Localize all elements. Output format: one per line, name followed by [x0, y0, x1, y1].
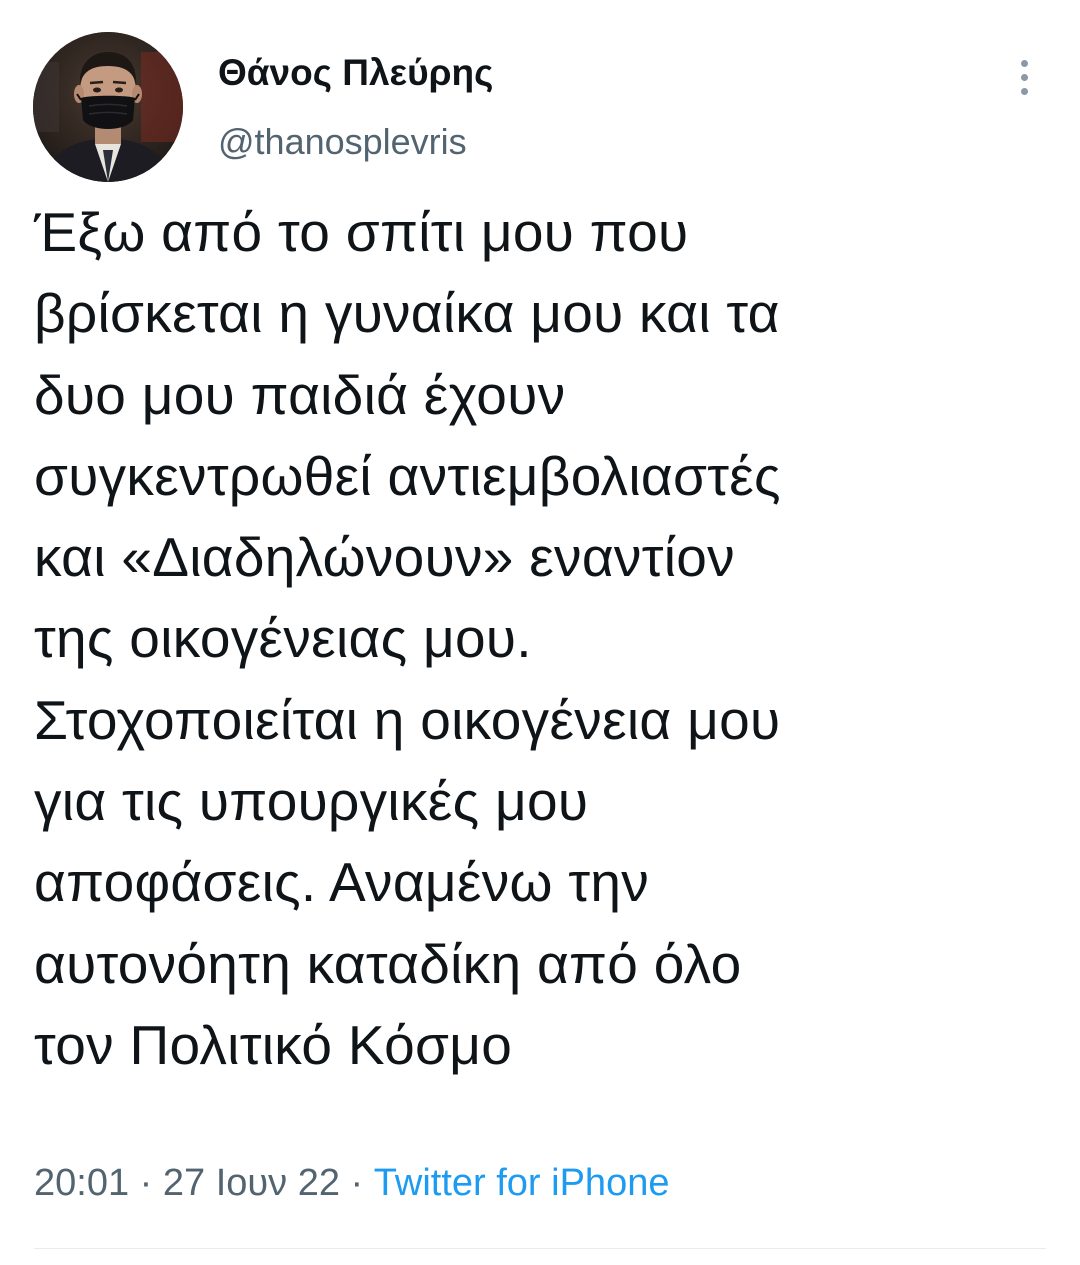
tweet-text-line: Στοχοποιείται η οικογένεια μου	[34, 688, 781, 751]
tweet-text-line: δυο μου παιδιά έχουν	[34, 363, 566, 426]
more-vertical-icon-dot	[1021, 88, 1028, 95]
tweet-text-line: αυτονόητη καταδίκη από όλο	[34, 932, 742, 995]
tweet-text-line: και «Διαδηλώνουν» εναντίον	[34, 526, 735, 589]
tweet-time[interactable]: 20:01	[34, 1162, 129, 1204]
tweet-text-line: αποφάσεις. Αναμένω την	[34, 851, 650, 914]
tweet-date[interactable]: 27 Ιουν 22	[163, 1162, 340, 1204]
tweet-text-line: συγκεντρωθεί αντιεμβολιαστές	[34, 444, 781, 507]
tweet-text-line: της οικογένειας μου.	[34, 607, 532, 670]
tweet: Θάνος Πλεύρης @thanosplevris Έξω από το …	[0, 0, 1080, 1265]
meta-separator: ·	[129, 1162, 163, 1204]
tweet-text-line: για τις υπουργικές μου	[34, 770, 589, 833]
author-handle[interactable]: @thanosplevris	[218, 121, 467, 163]
meta-separator: ·	[340, 1162, 374, 1204]
tweet-source-link[interactable]: Twitter for iPhone	[374, 1162, 670, 1204]
tweet-meta: 20:01 · 27 Ιουν 22 · Twitter for iPhone	[34, 1162, 669, 1205]
more-options-button[interactable]	[1004, 56, 1044, 100]
more-vertical-icon-dot	[1021, 74, 1028, 81]
author-name[interactable]: Θάνος Πλεύρης	[218, 52, 493, 94]
tweet-text-line: τον Πολιτικό Κόσμο	[34, 1013, 513, 1076]
tweet-text: Έξω από το σπίτι μου που βρίσκεται η γυν…	[34, 192, 1044, 1086]
divider	[34, 1248, 1046, 1249]
avatar[interactable]	[33, 32, 183, 182]
profile-photo	[33, 32, 183, 182]
more-vertical-icon	[1021, 60, 1028, 67]
tweet-text-line: Έξω από το σπίτι μου που	[34, 201, 689, 263]
tweet-text-line: βρίσκεται η γυναίκα μου και τα	[34, 282, 780, 345]
